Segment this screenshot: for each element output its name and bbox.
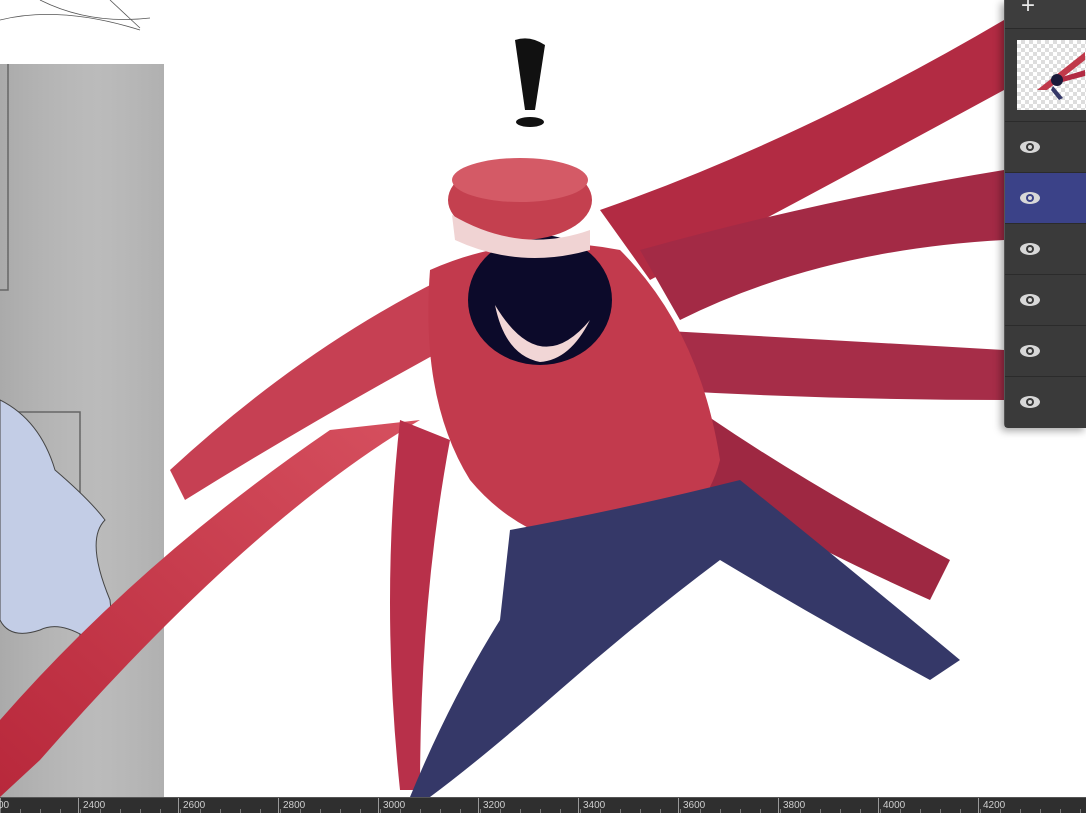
ruler-label: 2800 xyxy=(283,800,306,811)
ruler-minor-tick xyxy=(820,809,821,813)
ruler-tick: 2400 xyxy=(78,798,105,813)
ruler-minor-tick xyxy=(220,809,221,813)
ruler-minor-tick xyxy=(600,809,601,813)
ruler-minor-tick xyxy=(620,809,621,813)
ruler-minor-tick xyxy=(20,809,21,813)
ruler-minor-tick xyxy=(1080,809,1081,813)
ruler-minor-tick xyxy=(960,809,961,813)
ruler-minor-tick xyxy=(460,809,461,813)
ruler-minor-tick xyxy=(880,809,881,813)
ruler-minor-tick xyxy=(1000,809,1001,813)
ruler-minor-tick xyxy=(760,809,761,813)
ruler-tick: 4000 xyxy=(878,798,905,813)
ruler-minor-tick xyxy=(300,809,301,813)
ruler-minor-tick xyxy=(140,809,141,813)
ruler-minor-tick xyxy=(80,809,81,813)
ruler-minor-tick xyxy=(1020,809,1021,813)
ruler-label: 4000 xyxy=(883,800,906,811)
ruler-minor-tick xyxy=(40,809,41,813)
layer-row-5[interactable] xyxy=(1005,275,1086,326)
ruler-minor-tick xyxy=(700,809,701,813)
ruler-minor-tick xyxy=(740,809,741,813)
layer-row-4[interactable] xyxy=(1005,224,1086,275)
ruler-tick: 3600 xyxy=(678,798,705,813)
ruler-label: 2400 xyxy=(83,800,106,811)
ruler-minor-tick xyxy=(900,809,901,813)
eye-icon[interactable] xyxy=(1019,239,1041,259)
ruler-label: 3600 xyxy=(683,800,706,811)
ruler-minor-tick xyxy=(360,809,361,813)
ruler-tick: 3000 xyxy=(378,798,405,813)
ruler-minor-tick xyxy=(800,809,801,813)
ruler-minor-tick xyxy=(60,809,61,813)
ruler-minor-tick xyxy=(660,809,661,813)
ruler-label: 3400 xyxy=(583,800,606,811)
eye-icon[interactable] xyxy=(1019,137,1041,157)
ruler-minor-tick xyxy=(180,809,181,813)
ruler-minor-tick xyxy=(920,809,921,813)
ruler-minor-tick xyxy=(320,809,321,813)
eye-icon[interactable] xyxy=(1019,290,1041,310)
sketch-lines xyxy=(0,0,151,31)
horizontal-ruler[interactable]: 00 2400 2600 2800 3000 3200 3400 3600 38… xyxy=(0,797,1086,813)
eye-icon[interactable] xyxy=(1019,392,1041,412)
ruler-minor-tick xyxy=(420,809,421,813)
ruler-minor-tick xyxy=(520,809,521,813)
ruler-label: 4200 xyxy=(983,800,1006,811)
ruler-tick: 3200 xyxy=(478,798,505,813)
ruler-minor-tick xyxy=(380,809,381,813)
ruler-label: 3000 xyxy=(383,800,406,811)
ruler-minor-tick xyxy=(580,809,581,813)
drawing-canvas[interactable] xyxy=(0,0,1086,797)
ruler-minor-tick xyxy=(0,809,1,813)
ruler-minor-tick xyxy=(400,809,401,813)
ruler-tick: 2600 xyxy=(178,798,205,813)
layer-row-3[interactable] xyxy=(1005,173,1086,224)
ruler-minor-tick xyxy=(440,809,441,813)
ruler-minor-tick xyxy=(860,809,861,813)
ruler-minor-tick xyxy=(200,809,201,813)
ruler-minor-tick xyxy=(940,809,941,813)
ruler-minor-tick xyxy=(720,809,721,813)
ruler-label: 00 xyxy=(0,800,10,811)
ruler-minor-tick xyxy=(160,809,161,813)
ruler-minor-tick xyxy=(540,809,541,813)
ruler-minor-tick xyxy=(120,809,121,813)
ruler-label: 2600 xyxy=(183,800,206,811)
eye-icon[interactable] xyxy=(1019,341,1041,361)
ruler-minor-tick xyxy=(640,809,641,813)
layers-panel: + xyxy=(1004,0,1086,428)
ruler-minor-tick xyxy=(240,809,241,813)
layer-thumbnail[interactable] xyxy=(1017,40,1086,110)
ruler-minor-tick xyxy=(260,809,261,813)
artwork xyxy=(0,0,1004,797)
ruler-minor-tick xyxy=(840,809,841,813)
layer-row-2[interactable] xyxy=(1005,122,1086,173)
ruler-tick: 3400 xyxy=(578,798,605,813)
ruler-minor-tick xyxy=(560,809,561,813)
layers-panel-header: + xyxy=(1005,0,1086,29)
layer-row-7[interactable] xyxy=(1005,377,1086,427)
thumbnail-art xyxy=(1037,52,1085,100)
ruler-minor-tick xyxy=(780,809,781,813)
ruler-minor-tick xyxy=(480,809,481,813)
ruler-label: 3800 xyxy=(783,800,806,811)
ruler-label: 3200 xyxy=(483,800,506,811)
ruler-minor-tick xyxy=(680,809,681,813)
ruler-minor-tick xyxy=(980,809,981,813)
ruler-minor-tick xyxy=(280,809,281,813)
ruler-tick: 3800 xyxy=(778,798,805,813)
layer-row-thumbnail[interactable] xyxy=(1005,29,1086,122)
exclamation-mark xyxy=(516,117,544,127)
ruler-minor-tick xyxy=(1060,809,1061,813)
plus-icon[interactable]: + xyxy=(1015,0,1041,20)
eye-icon[interactable] xyxy=(1019,188,1041,208)
ruler-tick: 2800 xyxy=(278,798,305,813)
layer-row-6[interactable] xyxy=(1005,326,1086,377)
ruler-minor-tick xyxy=(340,809,341,813)
ruler-minor-tick xyxy=(500,809,501,813)
ruler-tick: 4200 xyxy=(978,798,1005,813)
ruler-minor-tick xyxy=(100,809,101,813)
ruler-minor-tick xyxy=(1040,809,1041,813)
